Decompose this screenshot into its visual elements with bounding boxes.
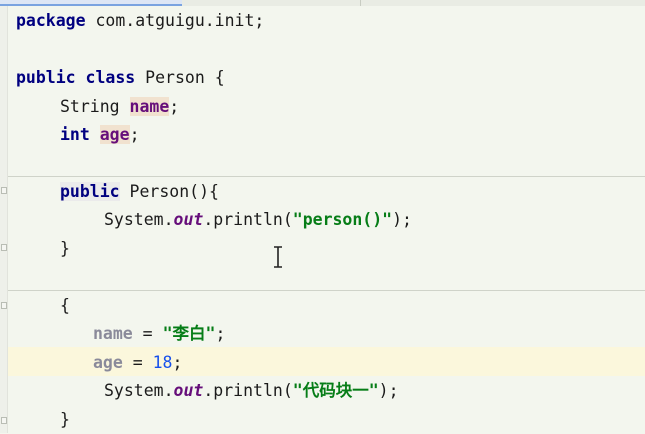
call-end: ); <box>378 381 399 400</box>
string-literal: "person()" <box>292 210 393 229</box>
editor-tab-strip <box>0 0 645 6</box>
println-call: .println( <box>203 210 293 229</box>
code-line: package com.atguigu.init; <box>16 7 264 35</box>
method-separator <box>8 290 645 291</box>
field-name: name <box>129 97 170 116</box>
closing-brace: } <box>60 410 70 429</box>
code-line: System.out.println("person()"); <box>104 206 412 234</box>
semicolon: ; <box>169 97 180 116</box>
keyword-class: class <box>85 68 136 87</box>
tab-separator <box>360 0 361 6</box>
code-line: int age; <box>60 121 140 149</box>
assign-operator: = <box>122 353 153 372</box>
code-line: public Person(){ <box>60 178 219 206</box>
keyword-public: public <box>16 68 76 87</box>
fold-marker-icon[interactable] <box>1 302 7 309</box>
system-class: System. <box>104 381 174 400</box>
type-int: int <box>60 125 90 144</box>
code-line: } <box>60 406 70 434</box>
code-line: String name; <box>60 93 179 121</box>
static-field-out: out <box>173 210 204 229</box>
println-call: .println( <box>203 381 293 400</box>
semicolon: ; <box>129 125 140 144</box>
code-line: public class Person { <box>16 64 225 92</box>
code-line: } <box>60 235 70 263</box>
type-string: String <box>60 97 120 116</box>
system-class: System. <box>104 210 174 229</box>
semicolon: ; <box>215 324 226 343</box>
package-name: com.atguigu.init; <box>85 11 265 30</box>
keyword-package: package <box>16 11 86 30</box>
field-age: age <box>93 353 123 372</box>
field-age: age <box>99 125 130 144</box>
code-line: { <box>60 292 70 320</box>
active-editor-tab[interactable] <box>0 0 182 6</box>
class-declaration: Person { <box>135 68 225 87</box>
field-name: name <box>93 324 133 343</box>
fold-marker-icon[interactable] <box>1 417 7 424</box>
method-separator <box>8 176 645 177</box>
fold-marker-icon[interactable] <box>1 244 7 251</box>
constructor-declaration: Person(){ <box>119 182 219 201</box>
text-cursor-icon <box>274 246 282 268</box>
code-line: name = "李白"; <box>93 320 225 348</box>
string-literal: "李白" <box>162 324 216 343</box>
editor-gutter <box>0 6 8 433</box>
string-literal: "代码块一" <box>292 381 379 400</box>
keyword-public: public <box>60 182 120 201</box>
number-literal: 18 <box>152 353 173 372</box>
call-end: ); <box>392 210 412 229</box>
assign-operator: = <box>132 324 163 343</box>
static-field-out: out <box>173 381 204 400</box>
fold-marker-icon[interactable] <box>1 187 7 194</box>
code-line: age = 18; <box>93 349 182 377</box>
opening-brace: { <box>60 296 70 315</box>
code-line: System.out.println("代码块一"); <box>104 377 399 405</box>
semicolon: ; <box>172 353 183 372</box>
closing-brace: } <box>60 239 70 258</box>
